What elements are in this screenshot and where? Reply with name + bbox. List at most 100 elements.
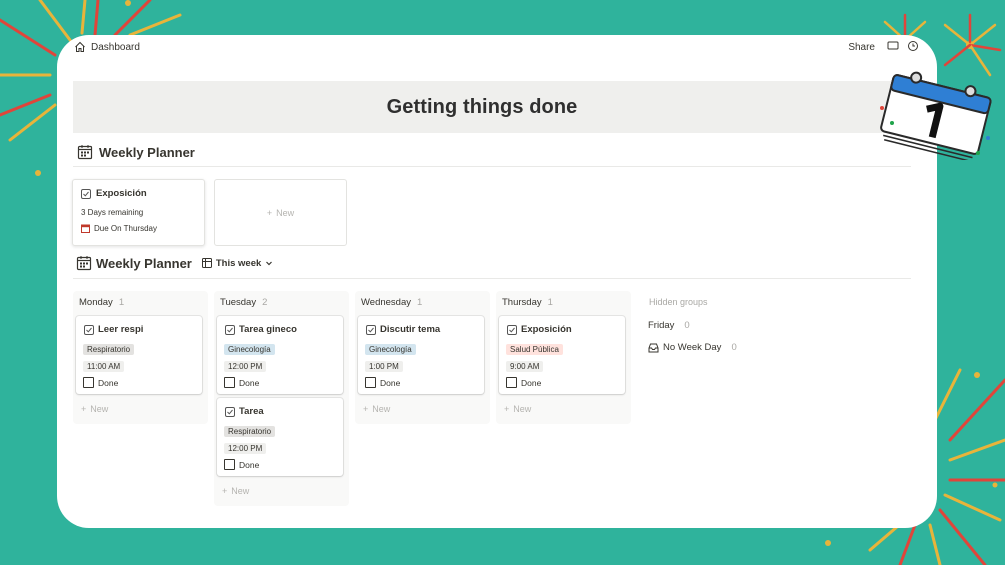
column-header: Thursday 1 (502, 297, 553, 308)
inbox-icon (648, 343, 659, 352)
divider (73, 278, 911, 279)
gallery-card-title-text: Exposición (96, 188, 147, 199)
time-badge: 12:00 PM (224, 361, 267, 372)
due-date-text: Due On Thursday (94, 224, 157, 233)
home-icon (75, 41, 85, 52)
column-new-button[interactable]: + New (222, 486, 249, 496)
card-title: Leer respi (84, 324, 143, 335)
hidden-group-friday[interactable]: Friday 0 (648, 320, 690, 331)
board-card[interactable]: Tarea gineco Ginecología 12:00 PM Done (217, 316, 343, 394)
clock-icon[interactable] (907, 40, 919, 52)
time-badge: 1:00 PM (365, 361, 403, 372)
card-title: Tarea (225, 406, 264, 417)
gallery-card[interactable]: Exposición 3 Days remaining Due On Thurs… (72, 179, 205, 246)
done-checkbox[interactable]: Done (506, 377, 541, 388)
column-name: Tuesday (220, 297, 257, 308)
new-button: + New (267, 208, 294, 218)
comment-icon[interactable] (887, 40, 899, 52)
card-title-text: Exposición (521, 324, 572, 335)
chevron-down-icon (266, 261, 273, 266)
new-label: New (372, 404, 391, 414)
card-title-text: Tarea gineco (239, 324, 297, 335)
checkbox-icon (225, 324, 235, 335)
calendar-small-icon (81, 224, 90, 233)
checkbox[interactable] (506, 377, 517, 388)
checkbox-icon (225, 406, 235, 417)
checkbox[interactable] (83, 377, 94, 388)
calendar-sticker-icon (880, 71, 992, 160)
days-remaining: 3 Days remaining (81, 208, 143, 217)
course-tag: Ginecología (365, 344, 416, 355)
done-label: Done (98, 377, 119, 388)
gallery-title: Weekly Planner (99, 144, 195, 160)
done-label: Done (239, 377, 260, 388)
hidden-group-name: No Week Day (663, 342, 722, 353)
view-tab-this-week[interactable]: This week (201, 258, 273, 269)
column-new-button[interactable]: + New (363, 404, 390, 414)
done-checkbox[interactable]: Done (83, 377, 118, 388)
top-icons (887, 40, 919, 52)
card-title-text: Discutir tema (380, 324, 441, 335)
calendar-icon (76, 256, 92, 271)
board-card[interactable]: Exposición Salud Pública 9:00 AM Done (499, 316, 625, 394)
plus-icon: + (266, 207, 273, 218)
board-card[interactable]: Leer respi Respiratorio 11:00 AM Done (76, 316, 202, 394)
column-count: 1 (417, 297, 423, 308)
breadcrumb-label: Dashboard (91, 41, 140, 53)
gallery-card-title: Exposición (81, 188, 147, 199)
gallery-new-card[interactable]: + New (214, 179, 347, 246)
column-name: Monday (79, 297, 113, 308)
notion-page-window: Dashboard Share Getting things done Week… (57, 35, 937, 528)
divider (73, 166, 911, 167)
checkbox[interactable] (365, 377, 376, 388)
board-title: Weekly Planner (76, 255, 192, 271)
plus-icon: + (504, 404, 510, 414)
calendar-icon (77, 145, 93, 160)
page-title: Getting things done (386, 95, 578, 118)
column-count: 1 (547, 297, 553, 308)
board-card[interactable]: Tarea Respiratorio 12:00 PM Done (217, 398, 343, 476)
column-header: Monday 1 (79, 297, 124, 308)
hidden-group-count: 0 (684, 320, 690, 331)
share-button[interactable]: Share (848, 42, 875, 53)
board-view-icon (201, 258, 212, 268)
board-card[interactable]: Discutir tema Ginecología 1:00 PM Done (358, 316, 484, 394)
new-label: New (276, 207, 295, 218)
top-bar: Dashboard Share (57, 35, 937, 61)
course-tag: Ginecología (224, 344, 275, 355)
hidden-group-count: 0 (731, 342, 737, 353)
new-label: New (90, 404, 109, 414)
column-count: 1 (118, 297, 125, 308)
column-header: Tuesday 2 (220, 297, 267, 308)
time-badge: 9:00 AM (506, 361, 544, 372)
plus-icon: + (363, 404, 369, 414)
course-tag: Respiratorio (224, 426, 276, 437)
card-title-text: Leer respi (98, 324, 144, 335)
board-header: Weekly Planner This week (76, 255, 273, 271)
plus-icon: + (222, 486, 228, 496)
gallery-heading: Weekly Planner (77, 144, 195, 160)
column-header: Wednesday 1 (361, 297, 422, 308)
course-tag: Salud Pública (506, 344, 563, 355)
done-checkbox[interactable]: Done (224, 459, 259, 470)
plus-icon: + (81, 404, 87, 414)
column-new-button[interactable]: + New (81, 404, 108, 414)
column-name: Thursday (502, 297, 542, 308)
done-checkbox[interactable]: Done (365, 377, 400, 388)
time-badge: 11:00 AM (83, 361, 125, 372)
checkbox-icon (366, 324, 376, 335)
column-new-button[interactable]: + New (504, 404, 531, 414)
time-badge: 12:00 PM (224, 443, 267, 454)
done-checkbox[interactable]: Done (224, 377, 259, 388)
checkbox[interactable] (224, 459, 235, 470)
page-banner: Getting things done (73, 81, 891, 133)
hidden-group-name: Friday (648, 320, 675, 331)
checkbox-icon (84, 324, 94, 335)
course-tag: Respiratorio (83, 344, 135, 355)
board-column-wednesday: Wednesday 1 Discutir tema Ginecología 1:0… (355, 291, 490, 424)
hidden-group-no-week-day[interactable]: No Week Day 0 (648, 342, 737, 353)
new-label: New (231, 486, 250, 496)
checkbox[interactable] (224, 377, 235, 388)
card-title: Tarea gineco (225, 324, 297, 335)
breadcrumb[interactable]: Dashboard (74, 41, 140, 53)
